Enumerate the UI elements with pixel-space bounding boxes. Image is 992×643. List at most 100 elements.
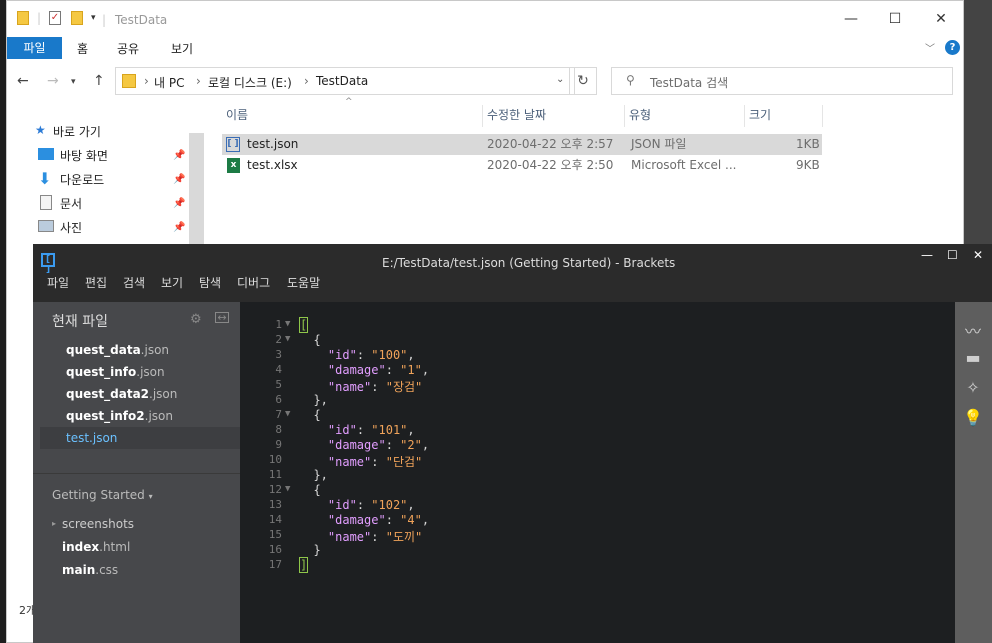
breadcrumb-separator-icon: › — [304, 74, 309, 88]
folder-icon — [17, 11, 29, 25]
project-file-index[interactable]: index.html — [62, 540, 130, 554]
refresh-button[interactable]: ↻ — [569, 67, 597, 95]
search-placeholder: TestData 검색 — [650, 76, 729, 90]
brackets-window: [ ] E:/TestData/test.json (Getting Start… — [33, 244, 992, 643]
brackets-close-button[interactable]: ✕ — [973, 248, 983, 262]
breadcrumb-testdata[interactable]: TestData — [316, 74, 368, 88]
magic-wand-icon[interactable]: ✧ — [961, 378, 985, 400]
properties-icon[interactable]: ✓ — [49, 11, 61, 25]
menu-edit[interactable]: 편집 — [85, 274, 107, 291]
toolbar-divider: | — [37, 11, 42, 25]
quick-access-dropdown-icon[interactable]: ▾ — [91, 13, 96, 23]
working-file-item[interactable]: quest_data.json — [66, 343, 169, 357]
code-line: "id": "102", — [299, 498, 415, 512]
working-file-item[interactable]: quest_data2.json — [66, 387, 177, 401]
file-size: 9KB — [796, 158, 820, 172]
file-row-test-json[interactable]: [ ] test.json 2020-04-22 오후 2:57 JSON 파일… — [222, 134, 822, 155]
fold-arrow-icon[interactable]: ▼ — [285, 484, 290, 494]
breadcrumb-this-pc[interactable]: 내 PC — [154, 74, 184, 91]
code-token: "id" — [327, 498, 357, 512]
breadcrumb-separator-icon: › — [196, 74, 201, 88]
working-file-item-active[interactable]: test.json — [66, 431, 117, 445]
search-box[interactable]: ⚲ TestData 검색 — [611, 67, 953, 95]
code-editor[interactable]: 1 ▼[2 ▼ {3 "id": "100", 4 "damage": "1", 5 "… — [240, 302, 955, 643]
menu-help[interactable]: 도움말 — [287, 274, 320, 291]
recent-locations-chevron-icon[interactable]: ▾ — [71, 77, 76, 87]
column-header-name[interactable]: 이름 — [222, 105, 483, 127]
breadcrumb-local-disk[interactable]: 로컬 디스크 (E:) — [208, 74, 292, 91]
file-row-test-xlsx[interactable]: x test.xlsx 2020-04-22 오후 2:50 Microsoft… — [222, 155, 822, 176]
code-line: }, — [299, 468, 327, 482]
pin-icon[interactable]: 📌 — [173, 174, 185, 185]
close-button[interactable]: ✕ — [931, 9, 951, 29]
sidebar-item-documents[interactable]: 문서 — [60, 195, 82, 212]
code-token: , — [407, 423, 415, 437]
downloads-icon: ⬇ — [38, 169, 52, 188]
up-arrow-icon[interactable]: ↑ — [93, 73, 105, 89]
column-header-size[interactable]: 크기 — [745, 105, 823, 127]
folder-expand-icon[interactable]: ▸ — [52, 519, 56, 528]
code-token: : — [371, 380, 386, 394]
maximize-button[interactable]: ☐ — [885, 9, 905, 29]
forward-arrow-icon[interactable]: → — [47, 73, 59, 89]
address-dropdown-chevron-icon[interactable]: ⌄ — [556, 74, 564, 85]
folder-icon — [122, 74, 136, 88]
live-preview-icon[interactable]: 〰 — [961, 318, 985, 341]
file-name: test.json — [247, 137, 299, 151]
pin-icon[interactable]: 📌 — [173, 150, 185, 161]
back-arrow-icon[interactable]: ← — [17, 73, 29, 89]
brackets-minimize-button[interactable]: — — [921, 248, 933, 262]
working-file-item[interactable]: quest_info2.json — [66, 409, 173, 423]
line-number: 17 — [268, 558, 282, 571]
code-token: "단검" — [385, 455, 423, 469]
extension-manager-icon[interactable]: ▬ — [961, 348, 985, 370]
column-header-type[interactable]: 유형 — [625, 105, 745, 127]
pin-icon[interactable]: 📌 — [173, 222, 185, 233]
sidebar-scrollbar[interactable] — [189, 133, 204, 248]
ribbon-expand-chevron-icon[interactable]: ﹀ — [925, 40, 935, 55]
working-file-item[interactable]: quest_info.json — [66, 365, 165, 379]
help-icon[interactable]: ? — [945, 40, 960, 55]
ribbon-tab-view[interactable]: 보기 — [171, 40, 193, 57]
minimize-button[interactable]: — — [841, 9, 861, 29]
ribbon-tab-share[interactable]: 공유 — [117, 40, 139, 57]
pin-icon[interactable]: 📌 — [173, 198, 185, 209]
fold-arrow-icon[interactable]: ▼ — [285, 409, 290, 419]
lightbulb-icon[interactable]: 💡 — [961, 408, 985, 430]
gear-icon[interactable]: ⚙ — [190, 312, 202, 327]
menu-debug[interactable]: 디버그 — [237, 274, 270, 291]
line-number: 7 — [275, 408, 282, 421]
new-folder-icon[interactable] — [71, 11, 83, 25]
menu-view[interactable]: 보기 — [161, 274, 183, 291]
fold-arrow-icon[interactable]: ▼ — [285, 334, 290, 344]
code-token: : — [356, 423, 372, 437]
brackets-maximize-button[interactable]: ☐ — [947, 248, 958, 262]
address-bar[interactable]: › 내 PC › 로컬 디스크 (E:) › TestData ⌄ — [115, 67, 575, 95]
fold-arrow-icon[interactable]: ▼ — [285, 319, 290, 329]
ribbon-tab-home[interactable]: 홈 — [77, 40, 88, 57]
menu-find[interactable]: 검색 — [123, 274, 145, 291]
project-file-main[interactable]: main.css — [62, 563, 118, 577]
chevron-down-icon: ▾ — [148, 492, 153, 501]
menu-file[interactable]: 파일 — [47, 274, 69, 291]
split-view-icon[interactable]: ↔ — [215, 312, 229, 323]
sidebar-item-desktop[interactable]: 바탕 화면 — [60, 147, 108, 164]
column-header-date[interactable]: 수정한 날짜 — [483, 105, 625, 127]
menu-navigate[interactable]: 탐색 — [199, 274, 221, 291]
project-dropdown[interactable]: Getting Started ▾ — [52, 488, 153, 502]
line-number: 6 — [275, 393, 282, 406]
code-token: "name" — [327, 455, 372, 469]
sidebar-item-downloads[interactable]: 다운로드 — [60, 171, 104, 188]
explorer-title-bar[interactable]: | ✓ ▾ | TestData — ☐ ✕ — [7, 1, 965, 37]
sidebar-quick-access[interactable]: 바로 가기 — [53, 123, 101, 140]
code-token: "도끼" — [385, 530, 423, 544]
code-token: : — [371, 455, 386, 469]
project-folder-screenshots[interactable]: screenshots — [62, 517, 134, 531]
ribbon-tab-file[interactable]: 파일 — [7, 37, 62, 59]
code-line: { — [299, 408, 320, 422]
sidebar-item-pictures[interactable]: 사진 — [60, 219, 82, 236]
code-line: { — [299, 483, 320, 497]
code-token: : — [385, 513, 401, 527]
